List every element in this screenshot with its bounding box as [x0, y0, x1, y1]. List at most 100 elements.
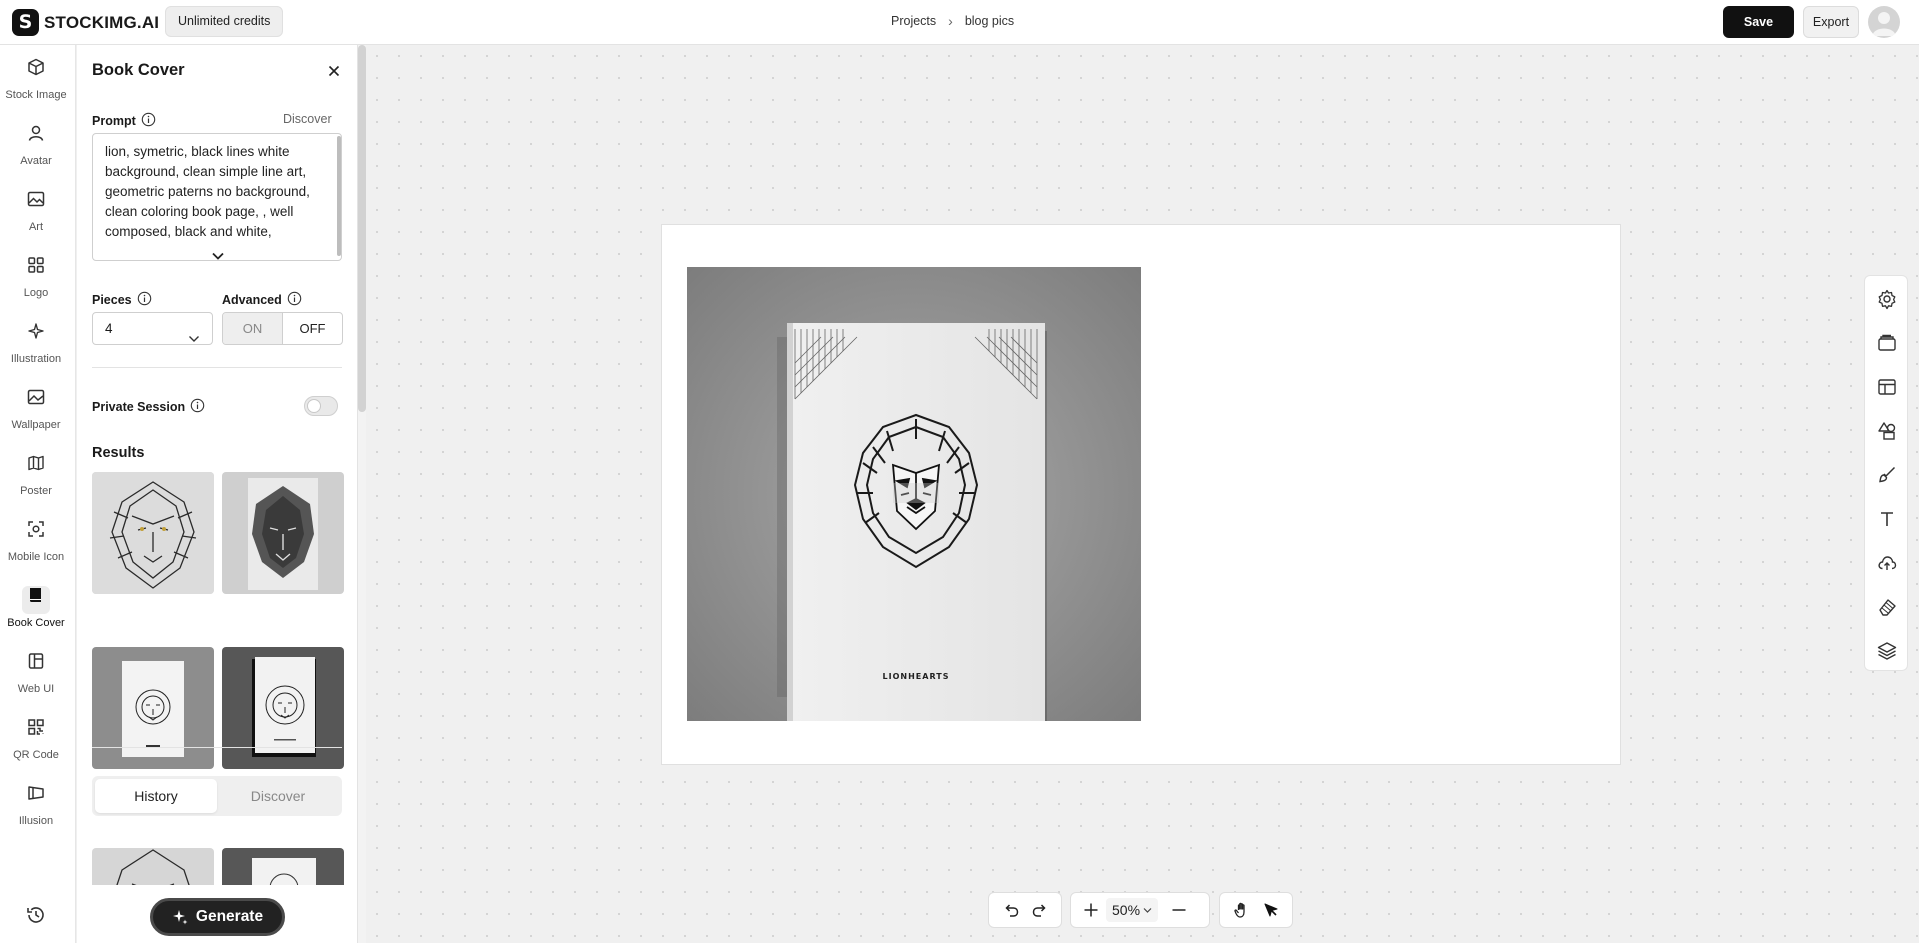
- rail-item-logo[interactable]: Logo: [0, 249, 72, 311]
- breadcrumb-projects[interactable]: Projects: [891, 14, 936, 28]
- pieces-label-text: Pieces: [92, 293, 132, 307]
- rail-label: Illustration: [10, 353, 62, 365]
- settings-icon[interactable]: [1876, 288, 1898, 310]
- switch-knob: [307, 399, 321, 413]
- info-icon[interactable]: [287, 291, 302, 309]
- shapes-icon[interactable]: [1876, 420, 1898, 442]
- eraser-icon[interactable]: [1876, 596, 1898, 618]
- breadcrumb-current[interactable]: blog pics: [965, 14, 1014, 28]
- avatar[interactable]: [1868, 6, 1900, 38]
- rail-label: Book Cover: [7, 617, 65, 629]
- private-session-switch[interactable]: [304, 396, 338, 416]
- advanced-label-text: Advanced: [222, 293, 282, 307]
- zoom-in-icon[interactable]: [1076, 895, 1106, 925]
- result-thumbnail-2[interactable]: [222, 472, 344, 594]
- undo-icon[interactable]: [996, 895, 1025, 925]
- lion-book-illustration: [92, 647, 214, 769]
- tab-discover[interactable]: Discover: [217, 779, 339, 813]
- rail-label: Logo: [23, 287, 49, 299]
- cube-icon: [22, 58, 50, 86]
- pieces-label: Pieces: [92, 291, 152, 309]
- advanced-off-option[interactable]: OFF: [283, 313, 342, 344]
- advanced-on-option[interactable]: ON: [223, 313, 283, 344]
- info-icon[interactable]: [137, 291, 152, 309]
- user-avatar-icon: [1872, 12, 1896, 36]
- result-thumbnail-4[interactable]: [222, 647, 344, 769]
- redo-icon[interactable]: [1025, 895, 1054, 925]
- text-icon[interactable]: [1876, 508, 1898, 530]
- lion-book-illustration: [222, 647, 344, 769]
- credits-badge[interactable]: Unlimited credits: [165, 6, 284, 37]
- right-toolbar: [1864, 275, 1908, 671]
- tab-history[interactable]: History: [95, 779, 217, 813]
- layout-icon[interactable]: [1876, 376, 1898, 398]
- sparkle-icon: [22, 322, 50, 350]
- private-session-label-text: Private Session: [92, 400, 186, 414]
- zoom-out-icon[interactable]: [1164, 895, 1194, 925]
- generated-book-cover-image[interactable]: LIONHEARTS: [687, 267, 1141, 721]
- result-thumbnail-1[interactable]: [92, 472, 214, 594]
- results-title: Results: [92, 445, 145, 461]
- rail-label: Web UI: [17, 683, 55, 695]
- book-cover-mockup: LIONHEARTS: [687, 267, 1141, 721]
- rail-item-illustration[interactable]: Illustration: [0, 315, 72, 377]
- logo-mark: S: [12, 9, 39, 36]
- undo-redo-group: [988, 892, 1062, 928]
- layers-icon[interactable]: [1876, 640, 1898, 662]
- rail-item-illusion[interactable]: Illusion: [0, 777, 72, 839]
- folder-icon[interactable]: [1876, 332, 1898, 354]
- sparkle-icon: [172, 910, 188, 925]
- rail-item-book-cover[interactable]: Book Cover: [0, 579, 72, 641]
- qr-icon: [22, 718, 50, 746]
- rail-item-poster[interactable]: Poster: [0, 447, 72, 509]
- rail-item-qr-code[interactable]: QR Code: [0, 711, 72, 773]
- advanced-toggle[interactable]: ON OFF: [222, 312, 343, 345]
- prompt-scrollbar[interactable]: [337, 136, 341, 256]
- rail-label: QR Code: [13, 749, 59, 761]
- save-button[interactable]: Save: [1723, 6, 1794, 38]
- info-icon[interactable]: [190, 398, 205, 416]
- rail-item-mobile-icon[interactable]: Mobile Icon: [0, 513, 72, 575]
- generate-button[interactable]: Generate: [150, 898, 285, 936]
- rail-label: Mobile Icon: [7, 551, 65, 563]
- hand-icon[interactable]: [1227, 895, 1256, 925]
- breadcrumb-separator: ›: [948, 13, 953, 29]
- layout-icon: [22, 652, 50, 680]
- tool-rail: Stock Image Avatar Art Logo Illustration…: [0, 45, 76, 943]
- panel-scrollbar-thumb[interactable]: [358, 45, 366, 412]
- zoom-level-select[interactable]: 50%: [1106, 898, 1159, 922]
- rail-item-art[interactable]: Art: [0, 183, 72, 245]
- pieces-select[interactable]: 4: [92, 312, 213, 345]
- rail-item-avatar[interactable]: Avatar: [0, 117, 72, 179]
- pointer-mode-group: [1219, 892, 1293, 928]
- upload-icon[interactable]: [1876, 552, 1898, 574]
- select-arrow-icon[interactable]: [1256, 895, 1285, 925]
- rail-label: Illusion: [18, 815, 54, 827]
- lion-illustration: [92, 472, 214, 594]
- chevron-down-icon: [188, 324, 200, 355]
- app-logo[interactable]: S STOCKIMG.AI: [12, 9, 159, 36]
- cover-title-text: LIONHEARTS: [883, 672, 950, 681]
- map-icon: [22, 454, 50, 482]
- wallpaper-icon: [22, 388, 50, 416]
- history-discover-tabs: History Discover: [92, 776, 342, 816]
- prompt-textarea[interactable]: lion, symetric, black lines white backgr…: [92, 133, 342, 261]
- brush-icon[interactable]: [1876, 464, 1898, 486]
- grid-icon: [22, 256, 50, 284]
- chevron-down-icon[interactable]: [210, 249, 226, 263]
- rail-item-web-ui[interactable]: Web UI: [0, 645, 72, 707]
- rail-item-stock-image[interactable]: Stock Image: [0, 51, 72, 113]
- close-icon[interactable]: [324, 61, 344, 81]
- generate-label: Generate: [195, 908, 264, 925]
- rail-label: Avatar: [20, 155, 52, 167]
- prompt-label: Prompt: [92, 112, 156, 130]
- export-button[interactable]: Export: [1803, 6, 1859, 38]
- info-icon[interactable]: [141, 112, 156, 130]
- rail-item-wallpaper[interactable]: Wallpaper: [0, 381, 72, 443]
- rail-label: Art: [28, 221, 44, 233]
- logo-text: STOCKIMG.AI: [44, 12, 160, 32]
- history-icon[interactable]: [24, 903, 48, 927]
- discover-link[interactable]: Discover: [283, 112, 332, 126]
- prompt-label-text: Prompt: [92, 114, 136, 128]
- result-thumbnail-3[interactable]: [92, 647, 214, 769]
